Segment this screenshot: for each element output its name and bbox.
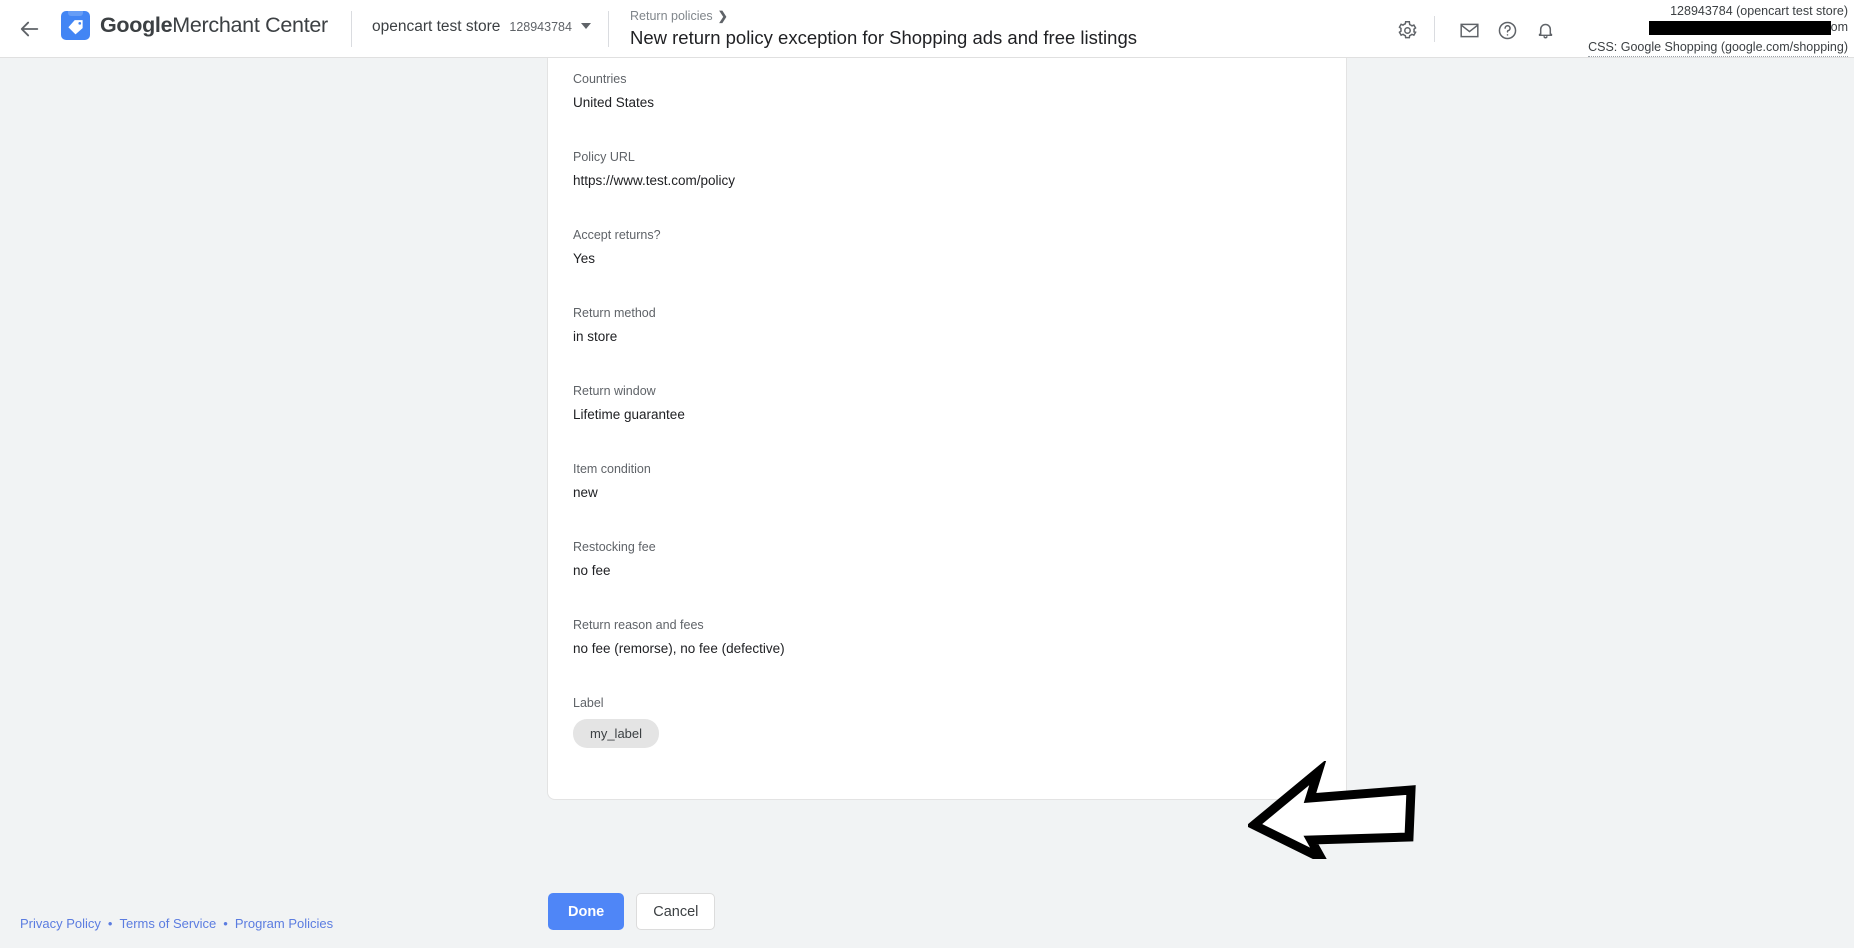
account-id: 128943784 xyxy=(509,20,572,34)
merchant-center-logo-icon xyxy=(61,11,90,40)
field-item-condition: Item condition new xyxy=(573,462,651,500)
field-value: Lifetime guarantee xyxy=(573,407,685,422)
return-policy-summary-card: Countries United States Policy URL https… xyxy=(547,58,1347,800)
field-label-chip: Label my_label xyxy=(573,696,659,748)
field-return-reason-and-fees: Return reason and fees no fee (remorse),… xyxy=(573,618,785,656)
envelope-icon[interactable] xyxy=(1450,16,1488,44)
divider xyxy=(351,11,352,47)
footer-separator: • xyxy=(108,916,113,931)
field-value: https://www.test.com/policy xyxy=(573,173,735,188)
field-accept-returns: Accept returns? Yes xyxy=(573,228,661,266)
footer-separator: • xyxy=(223,916,228,931)
field-label: Item condition xyxy=(573,462,651,476)
field-return-window: Return window Lifetime guarantee xyxy=(573,384,685,422)
field-return-method: Return method in store xyxy=(573,306,656,344)
field-value: United States xyxy=(573,95,654,110)
merchant-center-logo[interactable]: GoogleMerchant Center xyxy=(61,11,328,40)
help-glyph xyxy=(1497,20,1518,41)
terms-of-service-link[interactable]: Terms of Service xyxy=(119,916,216,931)
logo-tab-shape xyxy=(68,11,83,16)
redacted-email-bar xyxy=(1649,21,1831,35)
field-value: new xyxy=(573,485,651,500)
account-info-id-line: 128943784 (opencart test store) xyxy=(1588,3,1848,20)
breadcrumb: Return policies ❯ New return policy exce… xyxy=(630,9,1137,49)
account-store-name: opencart test store xyxy=(372,18,500,36)
field-restocking-fee: Restocking fee no fee xyxy=(573,540,656,578)
topbar-icon-group xyxy=(1450,16,1564,44)
field-policy-url: Policy URL https://www.test.com/policy xyxy=(573,150,735,188)
main-content: Countries United States Policy URL https… xyxy=(0,58,1854,948)
field-label: Accept returns? xyxy=(573,228,661,242)
program-policies-link[interactable]: Program Policies xyxy=(235,916,333,931)
envelope-glyph xyxy=(1459,20,1480,41)
divider xyxy=(1434,16,1435,42)
chevron-right-icon: ❯ xyxy=(718,9,728,23)
logo-word-product: Merchant Center xyxy=(172,13,328,37)
chevron-down-icon xyxy=(581,23,591,29)
bell-glyph xyxy=(1535,20,1556,41)
field-countries: Countries United States xyxy=(573,72,654,110)
redacted-email-tail: om xyxy=(1831,19,1848,36)
form-actions: Done Cancel xyxy=(548,893,715,930)
css-provider-line[interactable]: CSS: Google Shopping (google.com/shoppin… xyxy=(1588,39,1848,57)
field-label: Restocking fee xyxy=(573,540,656,554)
top-app-bar: GoogleMerchant Center opencart test stor… xyxy=(0,0,1854,58)
done-button[interactable]: Done xyxy=(548,893,624,930)
breadcrumb-row: Return policies ❯ xyxy=(630,9,1137,23)
field-label: Countries xyxy=(573,72,654,86)
back-arrow-glyph xyxy=(19,18,41,40)
footer-links: Privacy Policy • Terms of Service • Prog… xyxy=(20,916,333,931)
back-arrow-icon[interactable] xyxy=(14,13,46,45)
bell-icon[interactable] xyxy=(1526,16,1564,44)
price-tag-glyph xyxy=(66,17,85,36)
privacy-policy-link[interactable]: Privacy Policy xyxy=(20,916,101,931)
arrow-outline-glyph xyxy=(1254,772,1411,858)
field-label: Return reason and fees xyxy=(573,618,785,632)
account-switcher[interactable]: opencart test store 128943784 xyxy=(372,18,591,36)
logo-wordmark: GoogleMerchant Center xyxy=(100,13,328,38)
field-label: Return method xyxy=(573,306,656,320)
page-title: New return policy exception for Shopping… xyxy=(630,27,1137,49)
label-chip[interactable]: my_label xyxy=(573,719,659,748)
field-value: no fee (remorse), no fee (defective) xyxy=(573,641,785,656)
divider xyxy=(608,11,609,47)
field-value: Yes xyxy=(573,251,661,266)
gear-glyph xyxy=(1397,20,1418,41)
logo-word-google: Google xyxy=(100,13,172,37)
field-label: Return window xyxy=(573,384,685,398)
account-info-block: 128943784 (opencart test store) om CSS: … xyxy=(1588,3,1848,57)
account-info-email-line: om xyxy=(1588,20,1848,36)
help-circle-icon[interactable] xyxy=(1488,16,1526,44)
field-label: Label xyxy=(573,696,659,710)
field-value: no fee xyxy=(573,563,656,578)
cancel-button[interactable]: Cancel xyxy=(636,893,715,930)
left-arrow-annotation-icon xyxy=(1248,761,1418,859)
field-label: Policy URL xyxy=(573,150,735,164)
field-value: in store xyxy=(573,329,656,344)
gear-icon[interactable] xyxy=(1388,16,1426,44)
breadcrumb-parent-link[interactable]: Return policies xyxy=(630,9,713,23)
